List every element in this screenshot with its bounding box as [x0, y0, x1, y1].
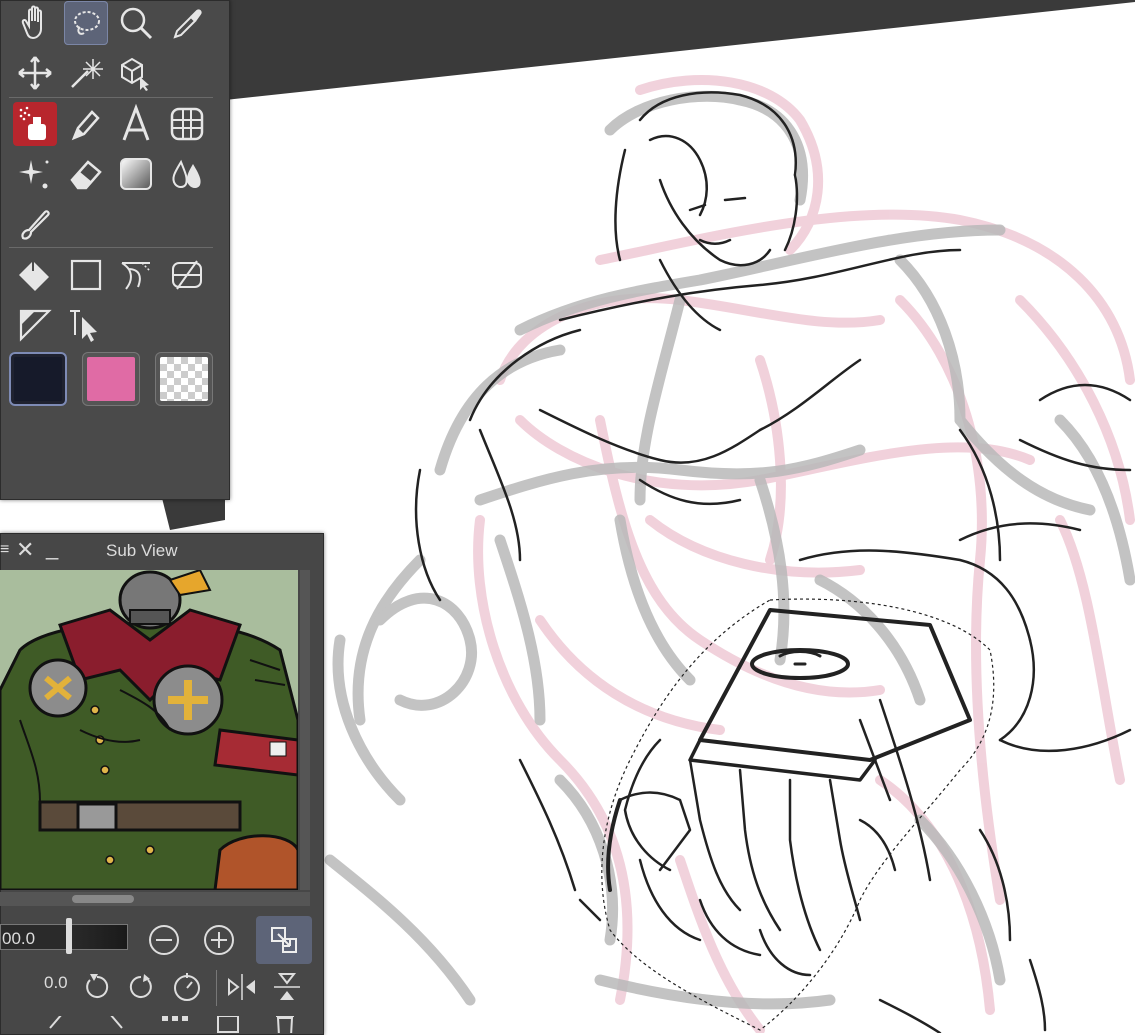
- auto-select-wand-icon[interactable]: [64, 51, 108, 95]
- main-color-swatch[interactable]: [9, 352, 67, 406]
- image-list-icon[interactable]: [158, 1016, 192, 1033]
- next-image-icon[interactable]: [100, 1016, 134, 1033]
- pencil-brush-icon[interactable]: [13, 202, 57, 246]
- eraser-icon[interactable]: [64, 152, 108, 196]
- fit-to-window-icon[interactable]: [256, 916, 312, 964]
- hand-icon[interactable]: [13, 1, 57, 45]
- airbrush-icon[interactable]: [13, 102, 57, 146]
- scrollbar-thumb[interactable]: [72, 895, 134, 903]
- menu-icon[interactable]: ≡: [0, 541, 9, 559]
- pen-icon[interactable]: [64, 102, 108, 146]
- separator: [9, 247, 213, 248]
- close-icon[interactable]: ✕: [16, 537, 34, 563]
- triangle-ruler-icon[interactable]: [13, 303, 57, 347]
- rectangle-figure-icon[interactable]: [64, 253, 108, 297]
- sub-view-title: Sub View: [106, 541, 178, 560]
- flip-horizontal-icon[interactable]: [225, 970, 259, 1004]
- eyedropper-icon[interactable]: [165, 1, 209, 45]
- move-icon[interactable]: [13, 51, 57, 95]
- transparent-color-swatch[interactable]: [155, 352, 213, 406]
- sub-view-vertical-scrollbar[interactable]: [300, 570, 310, 890]
- zoom-value: 00.0: [2, 929, 36, 948]
- layer-clip-icon[interactable]: [165, 253, 209, 297]
- frame-border-icon[interactable]: [165, 102, 209, 146]
- ruler-curve-icon[interactable]: [114, 253, 158, 297]
- sub-view-reference-image[interactable]: [0, 570, 298, 890]
- decoration-sparkle-icon[interactable]: [13, 152, 57, 196]
- gradient-icon[interactable]: [114, 152, 158, 196]
- rotate-value: 0.0: [44, 973, 68, 992]
- separator: [9, 97, 213, 98]
- delete-icon[interactable]: [268, 1016, 302, 1033]
- blend-drops-icon[interactable]: [165, 152, 209, 196]
- rotate-left-icon[interactable]: [80, 970, 114, 1004]
- sub-view-scrollbar[interactable]: [0, 892, 310, 906]
- text-icon[interactable]: [114, 102, 158, 146]
- separator: [216, 970, 217, 1006]
- 3d-object-operation-icon[interactable]: [114, 51, 158, 95]
- previous-image-icon[interactable]: [40, 1016, 74, 1033]
- object-select-icon[interactable]: [64, 303, 108, 347]
- minimize-icon[interactable]: _: [46, 535, 58, 561]
- zoom-out-icon[interactable]: [146, 922, 182, 958]
- rotate-right-icon[interactable]: [124, 970, 158, 1004]
- tool-palette: [0, 0, 230, 500]
- zoom-icon[interactable]: [114, 1, 158, 45]
- reset-rotation-icon[interactable]: [170, 970, 204, 1004]
- sub-color-swatch[interactable]: [82, 352, 140, 406]
- fill-bucket-icon[interactable]: [13, 253, 57, 297]
- zoom-slider-thumb[interactable]: [66, 918, 72, 954]
- zoom-in-icon[interactable]: [201, 922, 237, 958]
- lasso-selection-icon[interactable]: [64, 1, 108, 45]
- flip-vertical-icon[interactable]: [270, 970, 304, 1004]
- import-image-icon[interactable]: [212, 1016, 246, 1033]
